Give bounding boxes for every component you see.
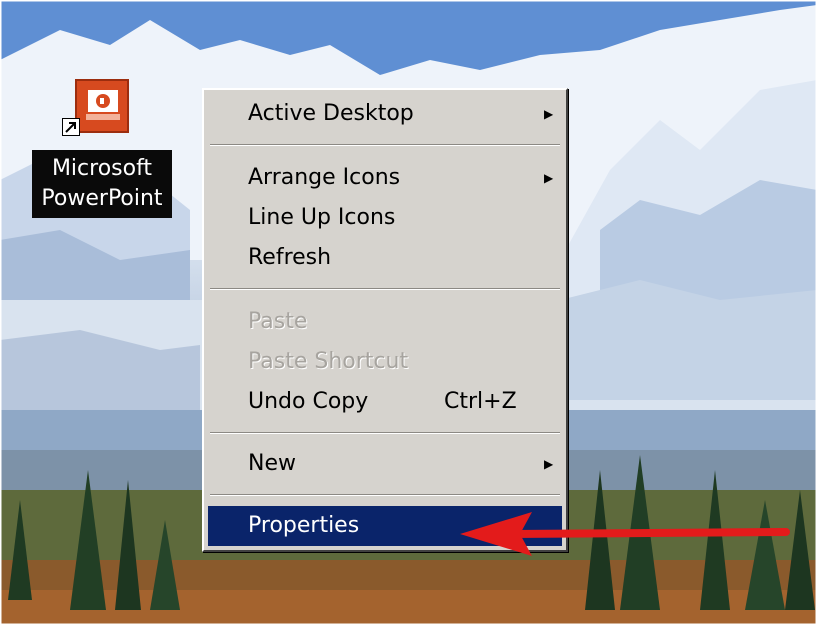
menu-item-paste-shortcut: Paste Shortcut [208, 342, 562, 382]
menu-item-label: Refresh [248, 245, 332, 270]
red-arrow-annotation [460, 512, 790, 556]
submenu-arrow-icon: ▶ [544, 171, 554, 185]
menu-item-label: Paste Shortcut [248, 349, 409, 374]
menu-item-label: Paste [248, 309, 308, 334]
desktop-background: Microsoft PowerPoint Active Desktop ▶ Ar… [0, 0, 817, 625]
menu-item-label: Undo Copy [248, 389, 369, 414]
context-menu: Active Desktop ▶ Arrange Icons ▶ Line Up… [202, 88, 568, 552]
menu-item-shortcut: Ctrl+Z [444, 389, 517, 414]
icon-label-line2: PowerPoint [41, 186, 163, 211]
menu-item-label: Active Desktop [248, 101, 414, 126]
menu-item-label: Line Up Icons [248, 205, 396, 230]
shortcut-arrow-icon [62, 118, 80, 136]
submenu-arrow-icon: ▶ [544, 457, 554, 471]
icon-label-line1: Microsoft [51, 156, 153, 181]
menu-separator [210, 494, 560, 496]
menu-item-new[interactable]: New ▶ [208, 444, 562, 484]
menu-item-active-desktop[interactable]: Active Desktop ▶ [208, 94, 562, 134]
submenu-arrow-icon: ▶ [544, 107, 554, 121]
menu-item-label: Arrange Icons [248, 165, 401, 190]
menu-item-label: Properties [248, 513, 360, 538]
menu-item-label: New [248, 451, 296, 476]
menu-item-paste: Paste [208, 302, 562, 342]
menu-separator [210, 144, 560, 146]
menu-separator [210, 288, 560, 290]
desktop-icon-label: Microsoft PowerPoint [32, 150, 172, 218]
menu-item-refresh[interactable]: Refresh [208, 238, 562, 278]
menu-item-line-up-icons[interactable]: Line Up Icons [208, 198, 562, 238]
menu-item-undo-copy[interactable]: Undo Copy Ctrl+Z [208, 382, 562, 422]
menu-item-arrange-icons[interactable]: Arrange Icons ▶ [208, 158, 562, 198]
menu-separator [210, 432, 560, 434]
